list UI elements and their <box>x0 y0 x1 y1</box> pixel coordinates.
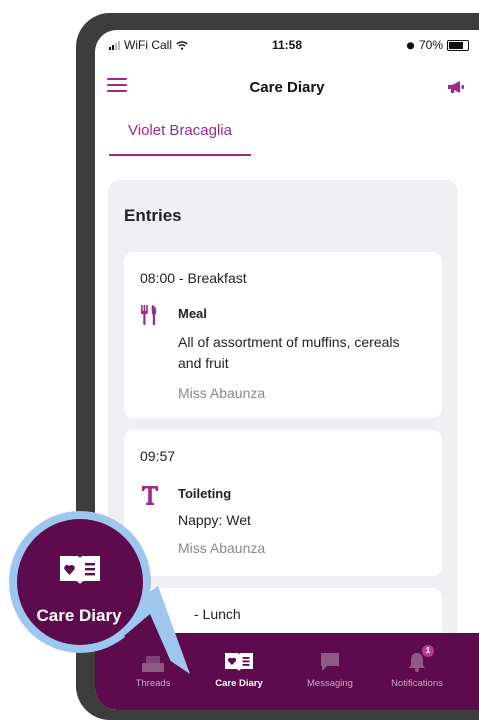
entry-author: Miss Abaunza <box>178 540 266 556</box>
child-tab-violet[interactable]: Violet Bracaglia <box>109 118 251 156</box>
notification-badge: 1 <box>422 645 434 657</box>
care-diary-icon <box>225 653 253 671</box>
entry-time: - Lunch <box>194 606 241 622</box>
nav-bar: Care Diary <box>95 70 479 106</box>
entry-card[interactable]: 08:00 - Breakfast Meal All of assortment… <box>124 252 442 418</box>
tab-threads[interactable]: Threads <box>108 651 198 689</box>
toilet-t-icon <box>142 486 158 505</box>
callout-label: Care Diary <box>36 606 122 625</box>
chat-bubble-icon <box>321 653 339 671</box>
threads-icon <box>142 656 164 672</box>
tab-notifications-label: Notifications <box>391 678 443 689</box>
tab-notifications[interactable]: 1 Notifications <box>372 645 462 689</box>
tab-messaging[interactable]: Messaging <box>285 651 375 689</box>
child-tab-label: Violet Bracaglia <box>128 122 232 139</box>
status-bar: WiFi Call 11:58 70% <box>95 30 479 56</box>
entry-type: Meal <box>178 306 207 321</box>
entry-description: All of assortment of muffins, cereals an… <box>178 334 400 371</box>
entry-author: Miss Abaunza <box>178 385 266 401</box>
entry-time: 09:57 <box>140 448 176 464</box>
tab-messaging-label: Messaging <box>307 678 353 689</box>
app-screen: WiFi Call 11:58 70% Care Diary Violet Br… <box>95 30 479 710</box>
battery-percent: 70% <box>418 38 443 52</box>
alarm-icon <box>406 41 415 49</box>
status-right: 70% <box>406 38 469 52</box>
tab-care-diary-label: Care Diary <box>215 678 263 689</box>
entry-type: Toileting <box>178 486 232 501</box>
megaphone-icon[interactable] <box>447 80 465 94</box>
tab-care-diary[interactable]: Care Diary <box>194 651 284 689</box>
fork-knife-icon <box>141 305 157 325</box>
entries-heading: Entries <box>124 206 182 225</box>
battery-icon <box>447 39 469 51</box>
tab-threads-label: Threads <box>135 678 171 689</box>
entry-card[interactable]: 09:57 Toileting Nappy: Wet Miss Abaunza <box>124 430 442 576</box>
entry-time: 08:00 - Breakfast <box>140 270 247 286</box>
entry-description: Nappy: Wet <box>178 512 251 528</box>
page-title: Care Diary <box>249 79 325 96</box>
entries-panel: Entries 08:00 - Breakfast Meal All of as… <box>108 180 458 710</box>
bottom-tab-bar: Threads Care Diary Messaging 1 Notificat… <box>95 633 479 710</box>
tab-underline <box>109 154 251 156</box>
